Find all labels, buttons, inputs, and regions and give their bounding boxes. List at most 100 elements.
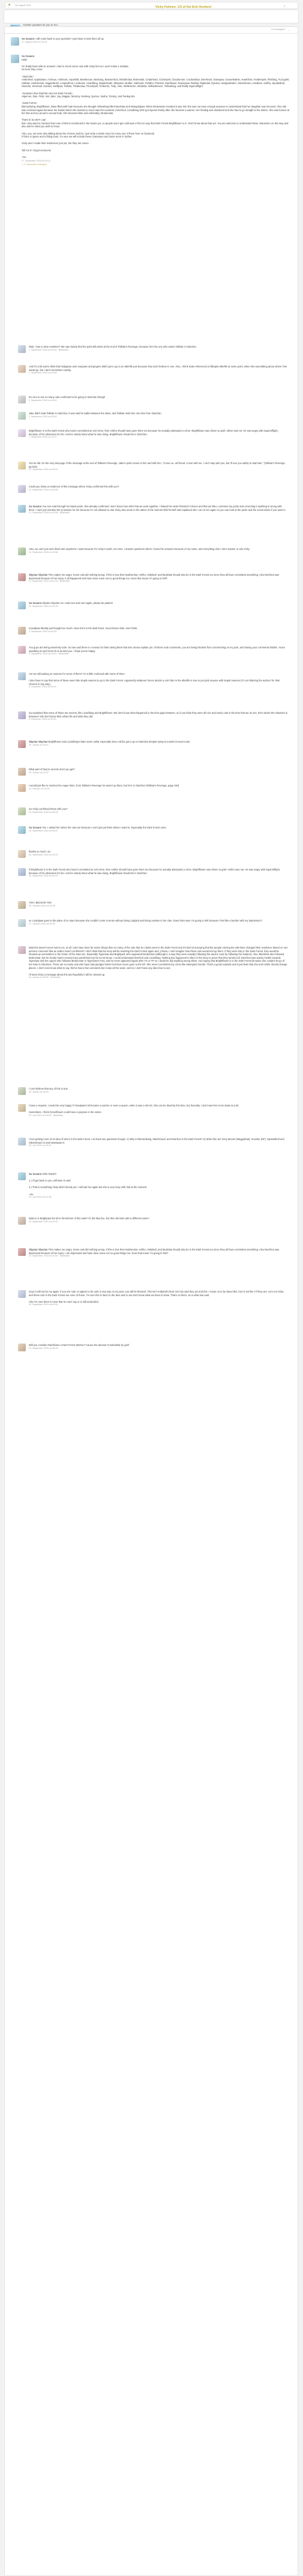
- reply-text: I can't believe that any of this is true…: [29, 1087, 69, 1090]
- reply-date: 18. Februar um 00:00: [29, 787, 50, 790]
- reply-avatar: [18, 602, 26, 609]
- reply-author: Skystar Skyclan: [29, 740, 49, 743]
- reply-avatar: [18, 919, 26, 927]
- reply-author: Su Susann: [29, 602, 43, 605]
- reply-avatar: [18, 627, 26, 635]
- post-text: I will come back to your question! I jus…: [35, 37, 104, 40]
- chronological-label[interactable]: Chronologisch: [271, 28, 285, 31]
- reply-date: 22. September 2019 um 00:00: [29, 1220, 58, 1223]
- su-avatar: [11, 37, 19, 46]
- reply-date: 29. September 2019 um 00:00: [29, 1347, 58, 1350]
- reply-avatar: [18, 1104, 26, 1112]
- reply-date: 20. September 2019 um 00:00: [29, 1303, 58, 1306]
- reply-avatar: [18, 768, 26, 776]
- reply-author: Su Susann: [29, 1172, 43, 1175]
- replies-toggle[interactable]: ↪ 17 Antworten verbergen: [22, 163, 290, 167]
- reply-date: 21. September 2018 um 01:00 · Bearbeitet: [29, 580, 70, 583]
- reply-body: So Vicky confirmed these with you? 25. Se…: [29, 807, 288, 814]
- reply-text: Wait.. how is Jane nowhere? We saw clear…: [29, 345, 197, 348]
- reply-date: 21. September 2018 um 00:51: [29, 468, 58, 471]
- reply-text: Brightflower and Lizardfang's fates seem…: [48, 740, 190, 743]
- reply-body: Guys it will not be my again. If you are…: [29, 1290, 288, 1306]
- su-avatar: [11, 55, 19, 63]
- reply-date: 1. September 2018 um 00:45 · Bearbeitet: [29, 348, 69, 351]
- reply-body: Jake didn't lead Tallstar to StarClan, i…: [29, 412, 288, 418]
- reply-text: Wait this doesn't excel real to me, at a…: [29, 946, 288, 976]
- reply-date: 25. September 2018 um 08:37: [29, 829, 58, 832]
- reply-body: Yes he did. On the very last page of the…: [29, 462, 288, 471]
- reply-date: 29. Oktober 2018 um 00:00: [29, 904, 55, 907]
- reply-date: 29. Januar um 00:00: [29, 1090, 49, 1093]
- reply-text: You guys are being extremely rude. Su ha…: [29, 646, 285, 653]
- reply-date: 1. September 2018 um 12:47: [29, 436, 57, 439]
- share-icon[interactable]: ↗: [283, 5, 286, 9]
- reply-text: Will you consider Rainflower a Dark Fore…: [29, 1344, 130, 1347]
- reply-text: It's nice to see so many cats confirmed …: [29, 396, 106, 399]
- reply-date: 24. Januar um 00:00 · Bearbeitet: [29, 976, 61, 979]
- reply-body: Su explained that some of these are secr…: [29, 711, 288, 721]
- reply-date: 26. Januar um 00:37: [29, 771, 49, 774]
- reply-body: It's nice to see so many cats confirmed …: [29, 396, 288, 402]
- reply-text: Guys it will not be my again. If you are…: [29, 1290, 284, 1303]
- reply-date: 26. September 2018 um 00:21: [29, 853, 58, 856]
- question-card: Another question for you or Su~ Are all …: [4, 10, 299, 35]
- reply-date: 25. September 2018 um 08:26: [29, 810, 58, 813]
- reply-avatar: [18, 1344, 26, 1351]
- reply-avatar: [18, 547, 26, 555]
- reply-text: I would just like to mention the rogue M…: [29, 784, 179, 787]
- reply-body: so Lizardpaw goes to the place of no sta…: [29, 919, 288, 926]
- reply-avatar: [18, 1138, 26, 1145]
- reply-body: Brightflower is in the Dark Forest who h…: [29, 429, 288, 439]
- comments-header: Chronologisch ⌄: [4, 26, 298, 34]
- header-title: Vicky Holmes: 1/3 of the Erin Hunters!: [155, 5, 212, 9]
- reply-body: Also, we can't just sent dead cats anywh…: [29, 547, 288, 554]
- reply-text: thanks so much, Su: [29, 850, 50, 853]
- reply-body: What part of they're secrets don't you g…: [29, 768, 288, 774]
- reply-avatar: [18, 1087, 26, 1095]
- reply-text: I have a request. I would be very happy …: [29, 1104, 239, 1114]
- reply-avatar: [18, 365, 26, 373]
- reply-text: so Lizardpaw goes to the place of no sta…: [29, 919, 262, 922]
- reply-date: 1. September 2018 um 00:49: [29, 415, 57, 418]
- reply-avatar: [18, 1290, 26, 1298]
- reply-text: What part of they're secrets don't you g…: [29, 768, 75, 771]
- reply-date: 21. September 2018 um 00:56: [29, 488, 58, 491]
- reply-body: Wait so is Brightpaw the kit in the kitc…: [29, 1217, 288, 1223]
- reply-text: Yes. I asked her where the cats are beca…: [42, 826, 167, 829]
- reply-text: You can read through her latest posts. S…: [29, 505, 286, 511]
- reply-body: If Brightheart is in the Dark Forest who…: [29, 868, 288, 878]
- reply-avatar: [18, 485, 26, 493]
- reply-avatar: [18, 412, 26, 420]
- first-post: Su Susann I will come back to your quest…: [11, 37, 290, 50]
- reply-body: Su Susann You can read through her lates…: [29, 505, 288, 514]
- reply-avatar: [18, 946, 26, 954]
- reply-body: YES I BELIEVE YES 29. Oktober 2018 um 00:…: [29, 901, 288, 908]
- reply-avatar: [18, 396, 26, 403]
- reply-text: Brightflower is in the Dark Forest who h…: [29, 429, 278, 436]
- reply-body: thanks so much, Su 26. September 2018 um …: [29, 850, 288, 857]
- reply-body: Skystar Skyclan This makes me angry. Som…: [29, 573, 288, 583]
- chevron-left-icon[interactable]: ◀: [8, 3, 10, 7]
- reply-avatar: [18, 429, 26, 437]
- reply-avatar: [18, 901, 26, 909]
- chevron-down-icon[interactable]: ⌄: [288, 28, 290, 32]
- reply-text: Also, we can't just sent dead cats anywh…: [29, 547, 250, 550]
- post-author: Su Susann: [22, 55, 35, 58]
- reply-text: YES I BELIEVE YES: [29, 901, 52, 904]
- reply-body: And it's a bit sad to think that hollypa…: [29, 365, 288, 375]
- reply-body: Are we still waiting on reasons for some…: [29, 672, 288, 689]
- reply-date: 21. September 2018 um 00:56 · Bearbeitet: [29, 511, 70, 514]
- reply-text: Skystar Skyclan As I said over and over …: [42, 602, 113, 605]
- reply-avatar: [18, 740, 26, 748]
- reply-author: Su Susann: [29, 826, 43, 829]
- reply-avatar: [18, 345, 26, 353]
- reply-body: Su Susann Yes. I asked her where the cat…: [29, 826, 288, 833]
- reply-body: I have a request. I would be very happy …: [29, 1104, 288, 1117]
- reply-body: I would just like to mention the rogue M…: [29, 784, 288, 791]
- post-date: 27. August 2018 um 00:18: [22, 40, 47, 43]
- reply-avatar: [18, 1217, 26, 1225]
- reply-text: Could you show us evidence of this messa…: [29, 485, 119, 488]
- reply-text: This makes me angry. Some cats did nothi…: [29, 573, 280, 580]
- reply-text: I love getting more of an idea of who's …: [29, 1138, 284, 1144]
- reply-avatar: [18, 868, 26, 876]
